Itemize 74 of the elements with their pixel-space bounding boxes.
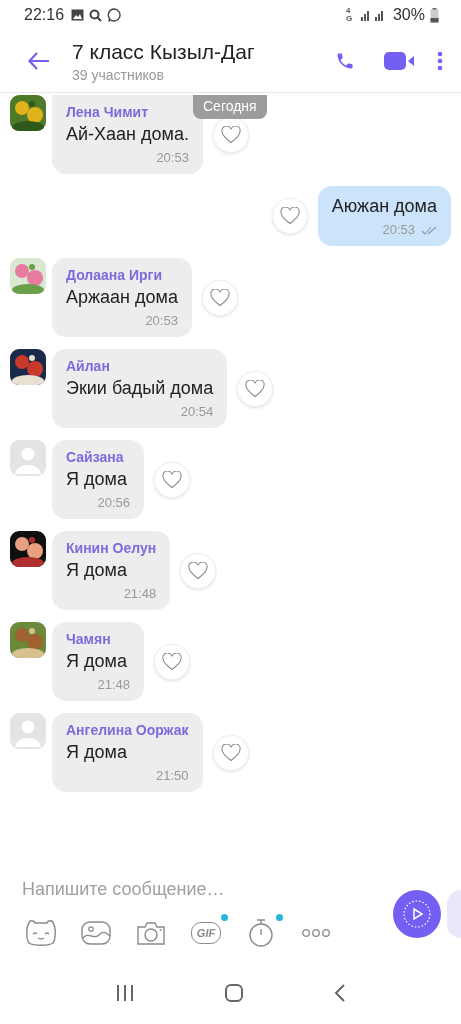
sender-name: Чамян: [66, 631, 112, 647]
heart-icon: [220, 126, 241, 144]
recent-apps-icon: [114, 984, 135, 1002]
heart-icon: [279, 207, 300, 225]
message-time: 21:48: [97, 677, 130, 692]
more-dots-icon: [301, 928, 331, 938]
message-text: Я дома: [66, 742, 128, 763]
message-time: 20:56: [97, 495, 130, 510]
message-time: 21:50: [155, 768, 189, 783]
phone-bubble-icon: [107, 8, 122, 22]
heart-icon: [245, 380, 266, 398]
message-text: Я дома: [66, 651, 128, 672]
bear-face-icon: [25, 919, 57, 947]
participants-count: 39 участников: [72, 66, 164, 83]
message-bubble[interactable]: Ангелина Ооржак Я дома 21:50: [52, 713, 203, 792]
like-button[interactable]: [154, 462, 190, 498]
message-time: 20:53: [382, 222, 415, 237]
heart-icon: [188, 562, 209, 580]
video-message-button[interactable]: [393, 889, 441, 938]
message-text: Я дома: [66, 469, 128, 490]
like-button[interactable]: [271, 198, 308, 234]
video-camera-icon: [383, 51, 415, 71]
sender-name: Сайзана: [66, 449, 125, 465]
message-text: Ай-Хаан дома.: [66, 124, 189, 145]
message-text: Аюжан дома: [331, 196, 437, 217]
message-text: Экии бадый дома: [66, 378, 214, 399]
message-bubble[interactable]: Долаана Ирги Аржаан дома 20:53: [52, 258, 192, 337]
message-bubble[interactable]: Чамян Я дома 21:48: [52, 622, 144, 701]
heart-icon: [220, 744, 241, 762]
like-button[interactable]: [180, 553, 217, 589]
new-indicator-dot: [221, 914, 228, 921]
message-time: 20:54: [180, 404, 214, 419]
heart-icon: [162, 471, 182, 489]
like-button[interactable]: [237, 371, 274, 407]
message-bubble[interactable]: Аюжан дома 20:53: [317, 186, 451, 246]
stopwatch-icon: [247, 918, 275, 948]
status-time: 22:16: [24, 6, 65, 24]
message-bubble[interactable]: Сайзана Я дома 20:56: [52, 440, 144, 519]
like-button[interactable]: [212, 117, 249, 153]
network-type: 4G: [345, 7, 354, 23]
like-button[interactable]: [201, 280, 238, 316]
heart-icon: [209, 289, 230, 307]
message-text: Я дома: [66, 560, 128, 581]
more-vertical-icon: [437, 51, 443, 71]
sender-name: Долаана Ирги: [66, 267, 163, 283]
like-button[interactable]: [212, 735, 249, 771]
new-indicator-dot: [276, 914, 283, 921]
battery-icon: [430, 7, 439, 23]
message-time: 20:53: [156, 150, 189, 165]
search-icon: [89, 8, 103, 22]
play-circle-icon: [402, 898, 432, 929]
message-text: Аржаан дома: [66, 287, 178, 308]
phone-icon: [335, 51, 355, 71]
date-pill: Сегодня: [193, 95, 267, 119]
message-time: 21:48: [123, 586, 157, 601]
sender-name: Ангелина Ооржак: [66, 722, 189, 738]
like-button[interactable]: [154, 644, 190, 680]
heart-icon: [162, 653, 182, 671]
message-bubble[interactable]: Кинин Оелун Я дома 21:48: [52, 531, 171, 610]
gallery-icon: [71, 9, 85, 21]
message-bubble[interactable]: Айлан Экии бадый дома 20:54: [52, 349, 228, 428]
message-input[interactable]: Напишите сообщение…: [22, 873, 322, 906]
sender-name: Лена Чимит: [66, 104, 149, 120]
message-time: 20:53: [145, 313, 178, 328]
sender-name: Кинин Оелун: [66, 540, 157, 556]
battery-level: 30%: [392, 6, 425, 24]
back-arrow-icon: [28, 52, 50, 70]
chat-title[interactable]: 7 класс Кызыл-Даг: [72, 39, 255, 64]
camera-icon: [135, 919, 167, 947]
back-chevron-icon: [332, 983, 347, 1003]
message-bubble[interactable]: Лена Чимит Ай-Хаан дома. 20:53: [52, 95, 203, 174]
home-icon: [223, 983, 244, 1003]
sender-name: Айлан: [66, 358, 111, 374]
image-icon: [80, 919, 112, 947]
